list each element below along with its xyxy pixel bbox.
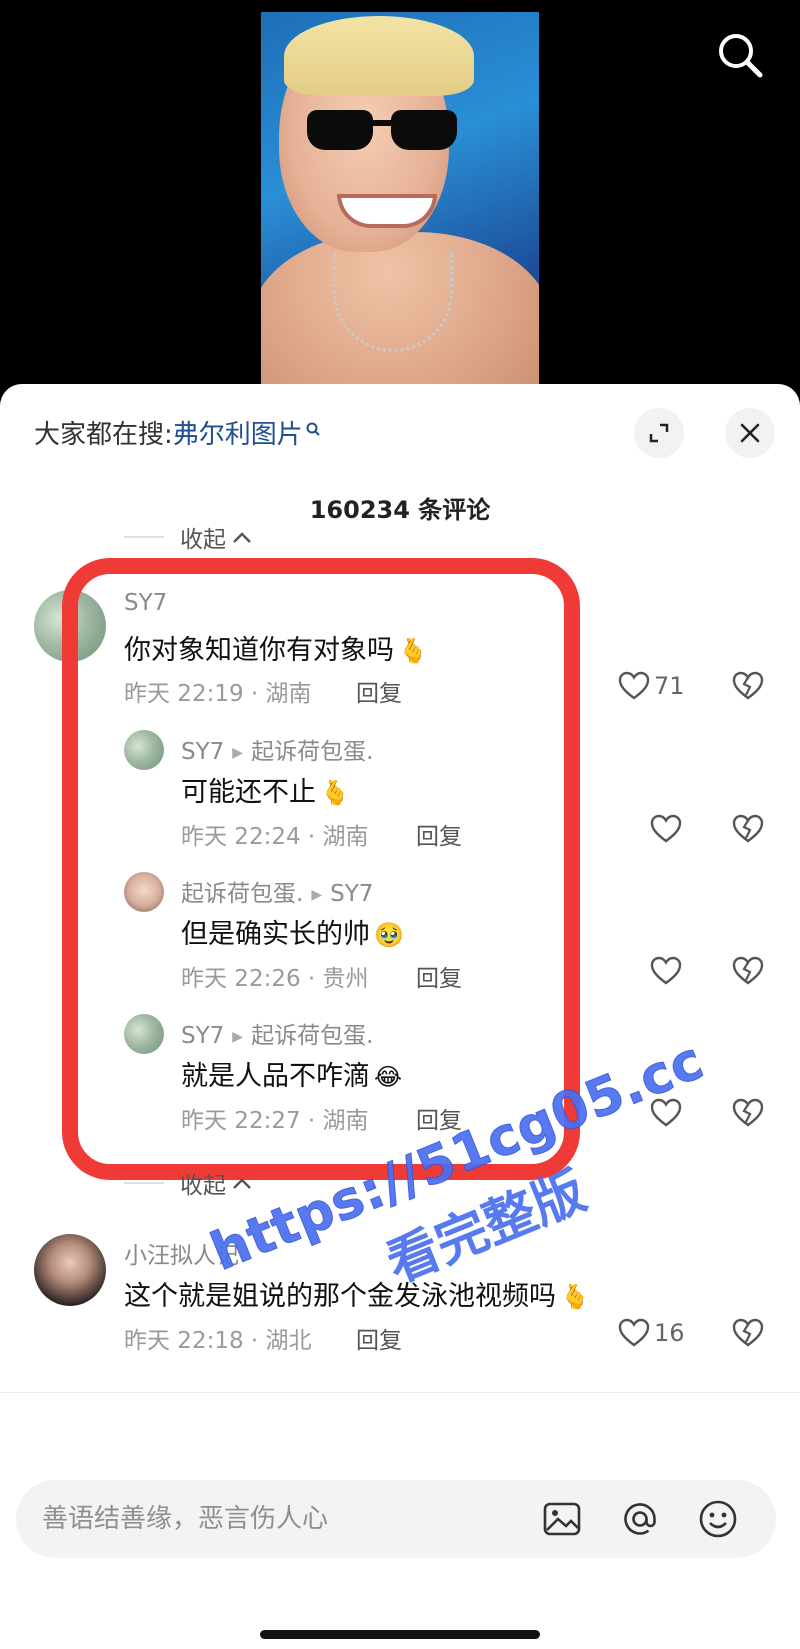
person-face — [279, 16, 474, 252]
heart-icon — [618, 1318, 650, 1347]
image-icon[interactable] — [540, 1497, 584, 1541]
dislike-button[interactable] — [732, 671, 764, 705]
dislike-button[interactable] — [732, 814, 764, 848]
comment-input-bar — [16, 1480, 776, 1558]
comment-author[interactable]: SY7 — [124, 590, 167, 616]
reply-text: 可能还不止 🫰 — [181, 777, 350, 808]
like-count: 16 — [654, 1319, 685, 1347]
reply-time-location: 昨天 22:24 · 湖南 — [181, 824, 369, 850]
broken-heart-icon — [732, 1318, 764, 1347]
heart-icon — [650, 956, 682, 985]
like-button[interactable] — [650, 1098, 682, 1128]
reply-arrow-icon: ▶ — [311, 887, 323, 903]
trending-search: 大家都在搜:弗尔利图片 — [34, 414, 321, 451]
reply-text: 但是确实长的帅 🥹 — [181, 919, 404, 950]
trending-search-label: 大家都在搜: — [34, 420, 173, 450]
home-indicator — [260, 1630, 540, 1639]
reply-time-location: 昨天 22:27 · 湖南 — [181, 1108, 369, 1134]
reply-author: SY7 ▶ 起诉荷包蛋. — [181, 739, 374, 765]
divider — [0, 1392, 800, 1393]
reply-button[interactable]: 回复 — [416, 817, 462, 851]
reply-author: 起诉荷包蛋. ▶ SY7 — [181, 881, 374, 907]
emoji-icon[interactable] — [696, 1497, 740, 1541]
broken-heart-icon — [732, 671, 764, 700]
heart-icon — [650, 814, 682, 843]
reply-button[interactable]: 回复 — [356, 1321, 402, 1355]
emoji: 🫰 — [320, 779, 350, 807]
dislike-button[interactable] — [732, 1318, 764, 1352]
reply-time-location: 昨天 22:26 · 贵州 — [181, 966, 369, 992]
reply-button[interactable]: 回复 — [356, 674, 402, 708]
comment-time-location: 昨天 22:19 · 湖南 — [124, 681, 312, 707]
reply-button[interactable]: 回复 — [416, 959, 462, 993]
like-button[interactable]: 71 — [618, 671, 685, 701]
heart-icon — [650, 1098, 682, 1127]
close-button[interactable] — [725, 408, 775, 458]
broken-heart-icon — [732, 956, 764, 985]
comment-text: 这个就是姐说的那个金发泳池视频吗 🫰 — [124, 1281, 590, 1312]
emoji: 😂 — [374, 1063, 403, 1091]
like-button[interactable] — [650, 956, 682, 986]
dislike-button[interactable] — [732, 1098, 764, 1132]
avatar[interactable] — [34, 590, 106, 662]
comment-sheet: 大家都在搜:弗尔利图片 160234 条评论 收起 SY7 你对象知道你有对象吗… — [0, 384, 800, 1649]
like-button[interactable] — [650, 814, 682, 844]
reply-author: SY7 ▶ 起诉荷包蛋. — [181, 1023, 374, 1049]
chevron-up-icon — [232, 1170, 252, 1196]
video-thumbnail[interactable] — [261, 12, 539, 384]
collapse-replies-bottom[interactable]: 收起 — [124, 1166, 252, 1200]
smile — [337, 194, 437, 228]
comment-time-location: 昨天 22:18 · 湖北 — [124, 1328, 312, 1354]
video-player[interactable] — [0, 0, 800, 400]
comment-input[interactable] — [42, 1498, 522, 1540]
expand-icon — [649, 423, 669, 443]
collapse-label: 收起 — [180, 1173, 226, 1199]
mention-icon[interactable] — [618, 1497, 662, 1541]
chevron-up-icon — [232, 524, 252, 550]
reply-text: 就是人品不咋滴 😂 — [181, 1061, 403, 1092]
reply-arrow-icon: ▶ — [232, 1029, 244, 1045]
avatar[interactable] — [34, 1234, 106, 1306]
broken-heart-icon — [732, 1098, 764, 1127]
emoji: 🫰 — [560, 1283, 590, 1311]
collapse-label: 收起 — [180, 527, 226, 553]
like-button[interactable]: 16 — [618, 1318, 685, 1348]
comment-count: 160234 条评论 — [309, 496, 491, 524]
avatar[interactable] — [124, 872, 164, 912]
expand-button[interactable] — [634, 408, 684, 458]
avatar[interactable] — [124, 1014, 164, 1054]
emoji: 🥹 — [374, 921, 404, 949]
small-search-icon[interactable] — [305, 414, 321, 444]
avatar[interactable] — [124, 730, 164, 770]
comment-author[interactable]: 小汪拟人记 — [124, 1236, 239, 1270]
like-count: 71 — [654, 672, 685, 700]
trending-search-term[interactable]: 弗尔利图片 — [173, 420, 303, 450]
search-icon[interactable] — [712, 28, 768, 84]
dislike-button[interactable] — [732, 956, 764, 990]
collapse-replies-top[interactable]: 收起 — [124, 520, 252, 554]
emoji: 🫰 — [398, 637, 428, 665]
reply-button[interactable]: 回复 — [416, 1101, 462, 1135]
sunglasses — [307, 110, 457, 154]
broken-heart-icon — [732, 814, 764, 843]
heart-icon — [618, 671, 650, 700]
reply-arrow-icon: ▶ — [232, 745, 244, 761]
close-icon — [740, 423, 760, 443]
comment-text: 你对象知道你有对象吗 🫰 — [124, 635, 428, 666]
